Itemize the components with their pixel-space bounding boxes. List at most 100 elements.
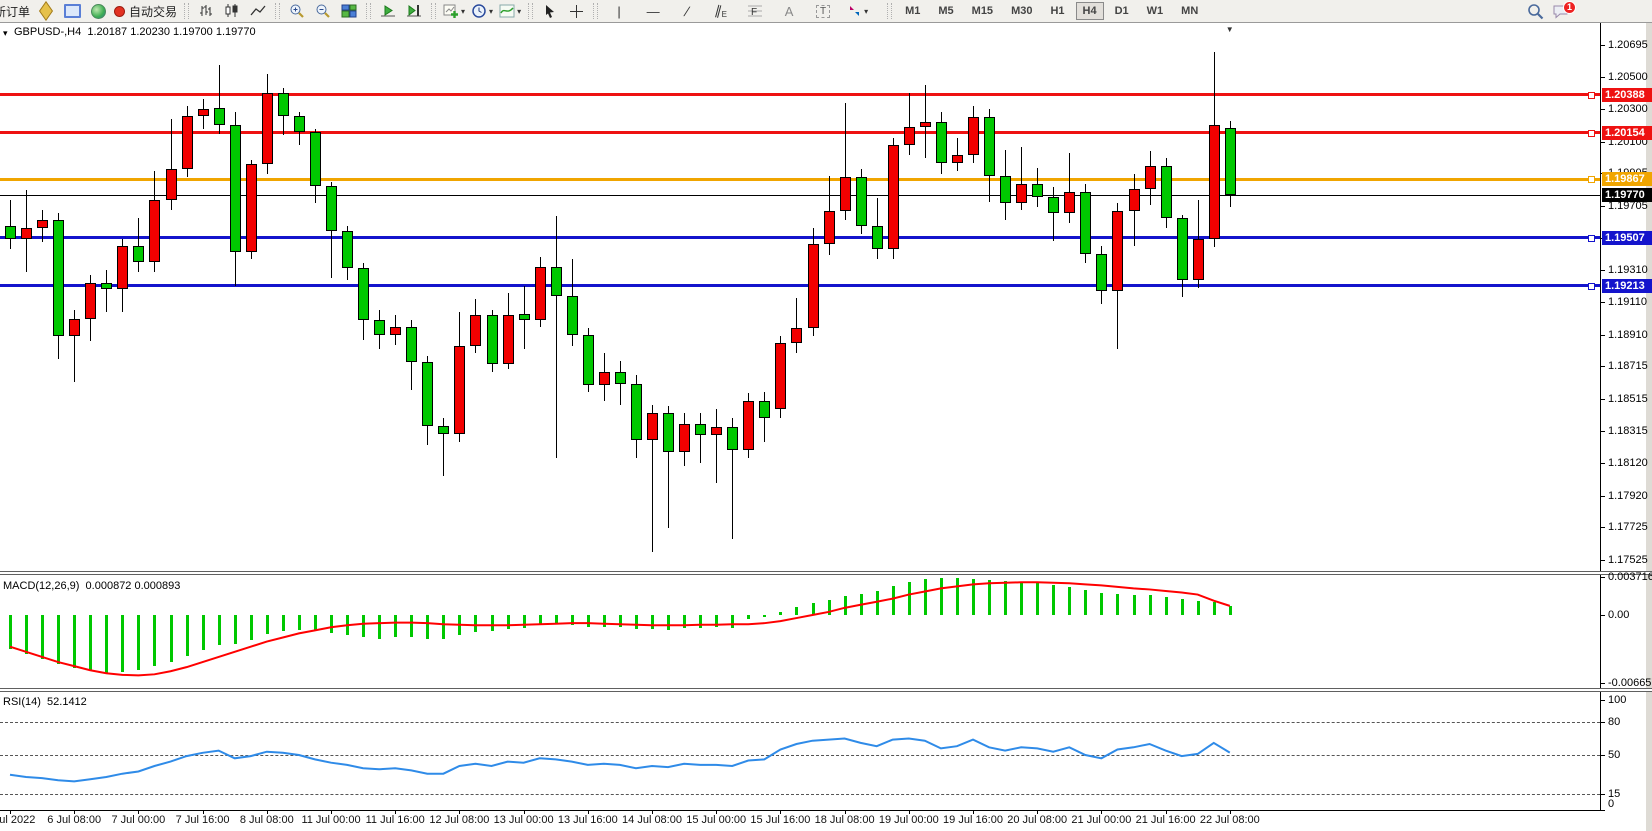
macd-histogram-bar xyxy=(362,615,365,637)
label-button[interactable]: T xyxy=(811,1,835,21)
candle-body xyxy=(214,108,225,126)
order-tag-button[interactable] xyxy=(34,1,58,21)
macd-tick xyxy=(1600,683,1605,684)
macd-histogram-bar xyxy=(683,615,686,628)
macd-histogram-bar xyxy=(828,600,831,615)
timeframe-d1[interactable]: D1 xyxy=(1108,2,1136,20)
hline-handle[interactable] xyxy=(1588,283,1595,290)
candle-body xyxy=(5,226,16,239)
chart-bars-button[interactable] xyxy=(194,1,218,21)
zoom-in-button[interactable] xyxy=(285,1,309,21)
candle-body xyxy=(21,228,32,239)
date-tick-label: 15 Jul 00:00 xyxy=(680,814,752,827)
timeframe-h1[interactable]: H1 xyxy=(1043,2,1071,20)
chevron-down-icon: ▾ xyxy=(864,7,868,16)
timeframe-m30[interactable]: M30 xyxy=(1004,2,1039,20)
timeframe-group: M1M5 M15M30H1 H4D1W1MN xyxy=(896,2,1207,20)
hline-handle[interactable] xyxy=(1588,235,1595,242)
chart-line-button[interactable] xyxy=(246,1,270,21)
indicators-icon xyxy=(499,3,515,19)
hline-handle[interactable] xyxy=(1588,130,1595,137)
rsi-tick xyxy=(1600,794,1605,795)
channel-button[interactable]: ∥E xyxy=(709,1,733,21)
date-tick-label: 21 Jul 00:00 xyxy=(1065,814,1137,827)
macd-histogram-bar xyxy=(571,615,574,625)
hline-handle[interactable] xyxy=(1588,176,1595,183)
new-order-button[interactable]: 新订单 xyxy=(1,1,32,21)
hline-1.19213[interactable] xyxy=(0,284,1600,287)
macd-histogram-bar xyxy=(41,615,44,659)
timeframe-mn[interactable]: MN xyxy=(1174,2,1205,20)
new-chart-icon xyxy=(443,3,459,19)
candle-body xyxy=(1000,176,1011,204)
toolbar-grip xyxy=(366,3,371,19)
tile-windows-button[interactable] xyxy=(337,1,361,21)
macd-histogram-bar xyxy=(1084,590,1087,615)
chart-area: ▾ GBPUSD-,H4 1.20187 1.20230 1.19700 1.1… xyxy=(0,23,1652,831)
candle-body xyxy=(743,401,754,450)
candle-body xyxy=(182,116,193,170)
new-chart-button[interactable]: ▾ xyxy=(441,1,467,21)
price-tick xyxy=(1600,109,1605,110)
zoom-out-icon xyxy=(315,3,331,19)
crosshair-button[interactable] xyxy=(564,1,588,21)
macd-histogram-bar xyxy=(972,579,975,615)
panel-separator[interactable] xyxy=(0,688,1652,692)
timeframe-m15[interactable]: M15 xyxy=(965,2,1000,20)
trendline-button[interactable]: / xyxy=(675,1,699,21)
candle-body xyxy=(1096,254,1107,291)
candle-body xyxy=(1225,128,1236,196)
zoom-out-button[interactable] xyxy=(311,1,335,21)
hline-button[interactable]: — xyxy=(641,1,665,21)
candle-body xyxy=(519,314,530,320)
autotrade-button[interactable]: 自动交易 xyxy=(112,1,179,21)
search-button[interactable] xyxy=(1523,1,1547,21)
cursor-button[interactable] xyxy=(538,1,562,21)
chart-candles-button[interactable] xyxy=(220,1,244,21)
macd-histogram-bar xyxy=(330,615,333,633)
price-chart-panel[interactable] xyxy=(0,24,1600,571)
candle-body xyxy=(374,320,385,335)
macd-histogram-bar xyxy=(105,615,108,673)
indicators-button[interactable]: ▾ xyxy=(497,1,523,21)
arrows-button[interactable]: ▾ xyxy=(845,1,870,21)
symbol-dropdown-icon[interactable]: ▾ xyxy=(3,27,8,40)
text-button[interactable]: A xyxy=(777,1,801,21)
candle-body xyxy=(422,362,433,425)
candle-body xyxy=(53,220,64,337)
macd-histogram-bar xyxy=(988,580,991,615)
macd-histogram-bar xyxy=(186,615,189,656)
chart-shift-button[interactable] xyxy=(402,1,426,21)
rsi-tick xyxy=(1600,810,1605,811)
candle-body xyxy=(69,319,80,337)
macd-histogram-bar xyxy=(250,615,253,640)
fibonacci-button[interactable]: F xyxy=(743,1,767,21)
price-tick-label: 1.18120 xyxy=(1608,457,1648,470)
timeframe-m5[interactable]: M5 xyxy=(931,2,960,20)
period-button[interactable]: ▾ xyxy=(469,1,495,21)
macd-histogram-bar xyxy=(539,615,542,625)
chevron-down-icon: ▾ xyxy=(489,7,493,16)
candle-body xyxy=(454,346,465,434)
rsi-tick xyxy=(1600,722,1605,723)
period-icon xyxy=(471,3,487,19)
charts-window-button[interactable] xyxy=(60,1,84,21)
timeframe-h4[interactable]: H4 xyxy=(1076,2,1104,20)
price-tick xyxy=(1600,206,1605,207)
vline-button[interactable]: | xyxy=(607,1,631,21)
macd-histogram-bar xyxy=(587,615,590,627)
candle-body xyxy=(149,200,160,262)
autoscroll-button[interactable] xyxy=(376,1,400,21)
hline-handle[interactable] xyxy=(1588,92,1595,99)
notifications-button[interactable]: 1 xyxy=(1549,1,1573,21)
panel-separator[interactable] xyxy=(0,571,1652,575)
price-tick xyxy=(1600,431,1605,432)
macd-histogram-bar xyxy=(218,615,221,645)
timeframe-w1[interactable]: W1 xyxy=(1140,2,1171,20)
candle-wick xyxy=(10,200,11,249)
close-value: 1.19770 xyxy=(216,26,256,38)
signals-button[interactable] xyxy=(86,1,110,21)
macd-panel[interactable] xyxy=(0,577,1600,688)
timeframe-m1[interactable]: M1 xyxy=(898,2,927,20)
hline-1.20388[interactable] xyxy=(0,93,1600,96)
